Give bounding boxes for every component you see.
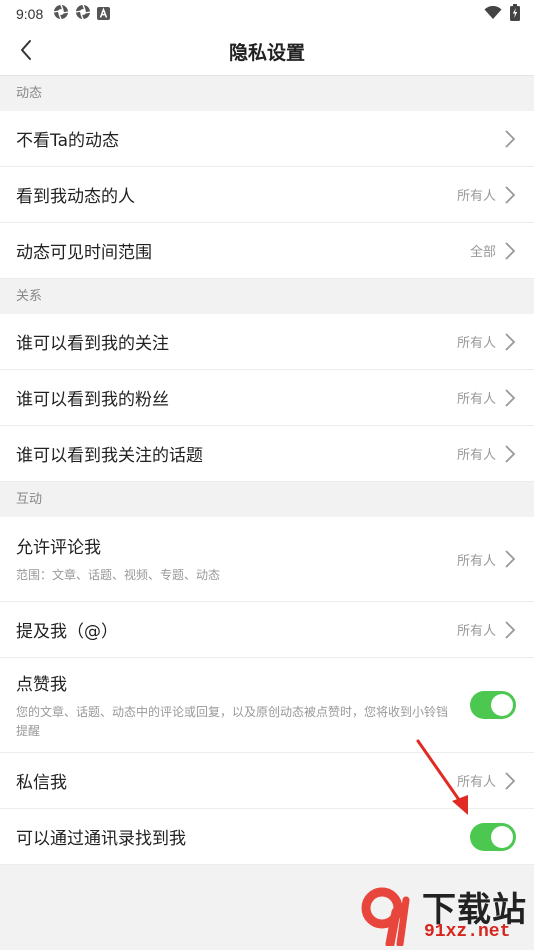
row-value: 所有人 bbox=[456, 392, 496, 407]
row-label: 动态可见时间范围 bbox=[16, 243, 152, 263]
status-time: 9:08 bbox=[16, 6, 44, 22]
chevron-right-icon bbox=[504, 771, 516, 791]
wifi-icon bbox=[484, 5, 502, 24]
row-value: 所有人 bbox=[456, 624, 496, 639]
row-description: 您的文章、话题、动态中的评论或回复，以及原创动态被点赞时，您将收到小铃铛提醒 bbox=[16, 704, 449, 738]
row-label: 谁可以看到我的关注 bbox=[16, 334, 169, 354]
row-label: 可以通过通讯录找到我 bbox=[16, 829, 186, 849]
row-label: 点赞我 bbox=[16, 674, 67, 695]
status-bar: 9:08 bbox=[0, 0, 534, 28]
setting-row-who-sees-my-dynamics[interactable]: 看到我动态的人 所有人 bbox=[0, 167, 534, 223]
aperture-icon bbox=[53, 4, 69, 24]
setting-row-hide-ta-dynamics[interactable]: 不看Ta的动态 bbox=[0, 111, 534, 167]
row-value: 所有人 bbox=[456, 553, 496, 569]
row-value: 所有人 bbox=[456, 189, 496, 204]
section-header-dynamics: 动态 bbox=[0, 76, 534, 111]
find-by-contacts-toggle[interactable] bbox=[470, 822, 516, 851]
row-label: 不看Ta的动态 bbox=[16, 131, 119, 151]
row-label: 允许评论我 bbox=[16, 538, 101, 558]
chevron-right-icon bbox=[504, 444, 516, 464]
watermark: 下载站 91xz.net bbox=[360, 882, 530, 948]
section-header-relations: 关系 bbox=[0, 279, 534, 314]
row-description: 范围：文章、话题、视频、专题、动态 bbox=[16, 568, 221, 582]
chevron-right-icon bbox=[504, 549, 516, 569]
chevron-right-icon bbox=[504, 388, 516, 408]
chevron-right-icon bbox=[504, 185, 516, 205]
row-label: 私信我 bbox=[16, 773, 67, 793]
setting-row-mention-me[interactable]: 提及我（@） 所有人 bbox=[0, 602, 534, 658]
row-value: 所有人 bbox=[456, 336, 496, 351]
chevron-right-icon bbox=[504, 129, 516, 149]
setting-row-who-sees-my-fans[interactable]: 谁可以看到我的粉丝 所有人 bbox=[0, 370, 534, 426]
toggle-knob bbox=[491, 825, 513, 848]
watermark-url: 91xz.net bbox=[424, 922, 511, 942]
header: 隐私设置 bbox=[0, 28, 534, 76]
row-label: 提及我（@） bbox=[16, 622, 118, 642]
91-logo-icon bbox=[361, 887, 410, 946]
row-value: 所有人 bbox=[456, 448, 496, 463]
page-title: 隐私设置 bbox=[228, 42, 305, 64]
setting-row-allow-comments[interactable]: 允许评论我 范围：文章、话题、视频、专题、动态 所有人 bbox=[0, 517, 534, 602]
chevron-right-icon bbox=[504, 620, 516, 640]
toggle-knob bbox=[491, 694, 513, 716]
a-badge-icon bbox=[97, 5, 111, 24]
section-header-interaction: 互动 bbox=[0, 482, 534, 517]
setting-row-dynamics-visible-time[interactable]: 动态可见时间范围 全部 bbox=[0, 223, 534, 279]
like-me-toggle[interactable] bbox=[470, 691, 516, 719]
row-label: 谁可以看到我的粉丝 bbox=[16, 390, 169, 410]
setting-row-private-message[interactable]: 私信我 所有人 bbox=[0, 753, 534, 809]
setting-row-find-by-contacts: 可以通过通讯录找到我 bbox=[0, 809, 534, 865]
back-arrow-icon bbox=[19, 39, 33, 65]
aperture-icon bbox=[75, 4, 91, 24]
chevron-right-icon bbox=[504, 332, 516, 352]
row-value: 全部 bbox=[469, 245, 496, 260]
back-button[interactable] bbox=[10, 36, 42, 68]
battery-charging-icon bbox=[510, 3, 520, 25]
chevron-right-icon bbox=[504, 241, 516, 261]
row-label: 看到我动态的人 bbox=[16, 187, 135, 207]
setting-row-who-sees-my-topics[interactable]: 谁可以看到我关注的话题 所有人 bbox=[0, 426, 534, 482]
watermark-text: 下载站 bbox=[422, 890, 527, 930]
setting-row-like-me: 点赞我 您的文章、话题、动态中的评论或回复，以及原创动态被点赞时，您将收到小铃铛… bbox=[0, 658, 534, 753]
setting-row-who-sees-my-following[interactable]: 谁可以看到我的关注 所有人 bbox=[0, 314, 534, 370]
row-value: 所有人 bbox=[456, 775, 496, 790]
row-label: 谁可以看到我关注的话题 bbox=[16, 446, 203, 466]
